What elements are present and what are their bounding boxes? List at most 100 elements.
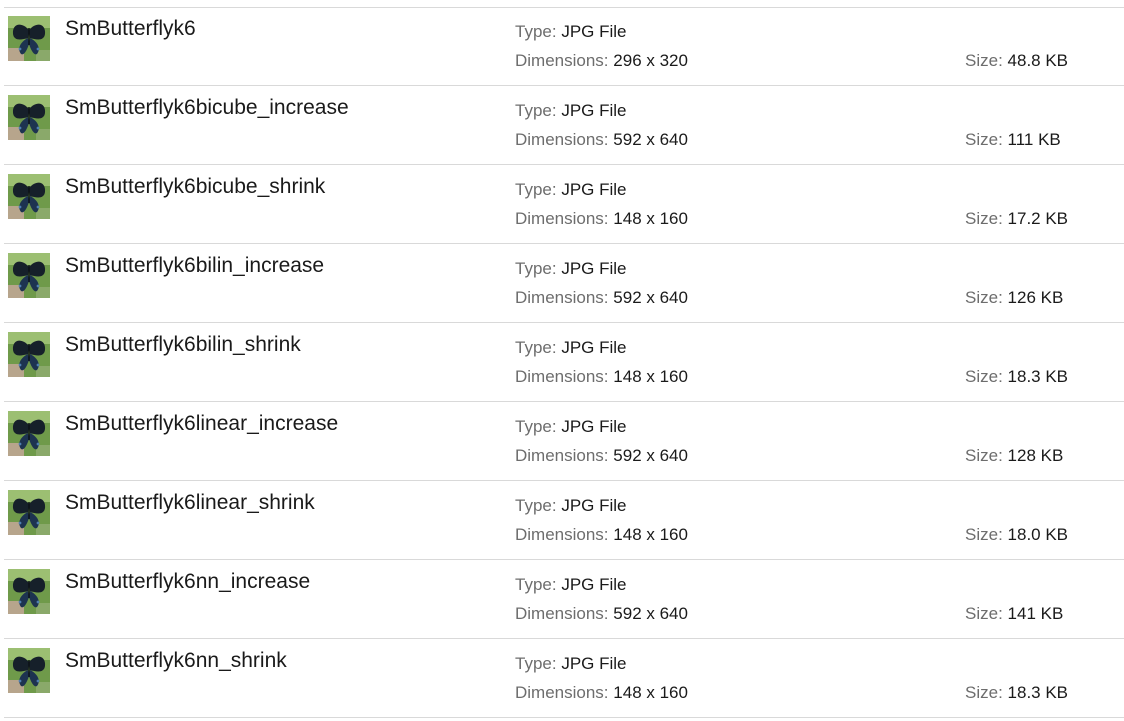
- butterfly-thumbnail-icon: [8, 16, 50, 61]
- file-name: SmButterflyk6nn_increase: [65, 570, 311, 593]
- butterfly-thumbnail-icon: [8, 95, 50, 140]
- file-size: Size: 18.0 KB: [965, 525, 1068, 545]
- size-label: Size:: [965, 51, 1003, 70]
- file-type: Type: JPG File: [515, 654, 627, 674]
- dimensions-value: 592 x 640: [613, 130, 688, 149]
- dimensions-label: Dimensions:: [515, 367, 609, 386]
- size-value: 18.3 KB: [1007, 683, 1069, 702]
- file-size: Size: 18.3 KB: [965, 683, 1068, 703]
- size-value: 111 KB: [1007, 130, 1061, 149]
- type-value: JPG File: [561, 496, 627, 515]
- dimensions-value: 296 x 320: [613, 51, 688, 70]
- size-label: Size:: [965, 604, 1003, 623]
- type-label: Type:: [515, 338, 557, 357]
- dimensions-value: 148 x 160: [613, 525, 688, 544]
- file-dimensions: Dimensions: 148 x 160: [515, 525, 688, 545]
- file-dimensions: Dimensions: 296 x 320: [515, 51, 688, 71]
- file-dimensions: Dimensions: 592 x 640: [515, 130, 688, 150]
- file-type: Type: JPG File: [515, 338, 627, 358]
- file-row[interactable]: SmButterflyk6nn_shrink Type: JPG File Di…: [4, 639, 1124, 718]
- size-value: 48.8 KB: [1007, 51, 1069, 70]
- butterfly-thumbnail-icon: [8, 648, 50, 693]
- size-value: 17.2 KB: [1007, 209, 1069, 228]
- file-name: SmButterflyk6bicube_shrink: [65, 175, 326, 198]
- dimensions-label: Dimensions:: [515, 51, 609, 70]
- file-name: SmButterflyk6bilin_increase: [65, 254, 325, 277]
- file-name: SmButterflyk6bicube_increase: [65, 96, 349, 119]
- file-type: Type: JPG File: [515, 259, 627, 279]
- file-name: SmButterflyk6nn_shrink: [65, 649, 287, 672]
- file-row[interactable]: SmButterflyk6nn_increase Type: JPG File …: [4, 560, 1124, 639]
- file-row[interactable]: SmButterflyk6bilin_increase Type: JPG Fi…: [4, 244, 1124, 323]
- size-label: Size:: [965, 446, 1003, 465]
- dimensions-value: 148 x 160: [613, 209, 688, 228]
- type-label: Type:: [515, 496, 557, 515]
- size-label: Size:: [965, 367, 1003, 386]
- type-value: JPG File: [561, 654, 627, 673]
- file-type: Type: JPG File: [515, 575, 627, 595]
- file-size: Size: 111 KB: [965, 130, 1061, 150]
- file-row[interactable]: SmButterflyk6bilin_shrink Type: JPG File…: [4, 323, 1124, 402]
- butterfly-thumbnail-icon: [8, 490, 50, 535]
- size-value: 18.3 KB: [1007, 367, 1069, 386]
- file-row[interactable]: SmButterflyk6linear_increase Type: JPG F…: [4, 402, 1124, 481]
- type-label: Type:: [515, 101, 557, 120]
- file-size: Size: 48.8 KB: [965, 51, 1068, 71]
- size-value: 141 KB: [1007, 604, 1064, 623]
- size-value: 126 KB: [1007, 288, 1064, 307]
- type-value: JPG File: [561, 22, 627, 41]
- file-type: Type: JPG File: [515, 22, 627, 42]
- dimensions-label: Dimensions:: [515, 209, 609, 228]
- size-label: Size:: [965, 130, 1003, 149]
- file-name: SmButterflyk6linear_increase: [65, 412, 339, 435]
- size-label: Size:: [965, 209, 1003, 228]
- type-value: JPG File: [561, 575, 627, 594]
- dimensions-label: Dimensions:: [515, 683, 609, 702]
- type-label: Type:: [515, 180, 557, 199]
- butterfly-thumbnail-icon: [8, 174, 50, 219]
- file-size: Size: 141 KB: [965, 604, 1063, 624]
- file-row[interactable]: SmButterflyk6linear_shrink Type: JPG Fil…: [4, 481, 1124, 560]
- file-dimensions: Dimensions: 148 x 160: [515, 367, 688, 387]
- size-value: 128 KB: [1007, 446, 1064, 465]
- file-row[interactable]: SmButterflyk6bicube_shrink Type: JPG Fil…: [4, 165, 1124, 244]
- butterfly-thumbnail-icon: [8, 332, 50, 377]
- dimensions-value: 592 x 640: [613, 446, 688, 465]
- file-row[interactable]: SmButterflyk6 Type: JPG File Dimensions:…: [4, 7, 1124, 86]
- dimensions-label: Dimensions:: [515, 130, 609, 149]
- dimensions-label: Dimensions:: [515, 525, 609, 544]
- file-name: SmButterflyk6bilin_shrink: [65, 333, 301, 356]
- file-dimensions: Dimensions: 148 x 160: [515, 683, 688, 703]
- file-dimensions: Dimensions: 148 x 160: [515, 209, 688, 229]
- file-type: Type: JPG File: [515, 496, 627, 516]
- file-type: Type: JPG File: [515, 180, 627, 200]
- file-size: Size: 17.2 KB: [965, 209, 1068, 229]
- type-value: JPG File: [561, 101, 627, 120]
- butterfly-thumbnail-icon: [8, 569, 50, 614]
- file-size: Size: 126 KB: [965, 288, 1063, 308]
- file-dimensions: Dimensions: 592 x 640: [515, 604, 688, 624]
- dimensions-value: 148 x 160: [613, 367, 688, 386]
- type-label: Type:: [515, 654, 557, 673]
- dimensions-label: Dimensions:: [515, 446, 609, 465]
- size-label: Size:: [965, 525, 1003, 544]
- dimensions-value: 592 x 640: [613, 288, 688, 307]
- type-label: Type:: [515, 417, 557, 436]
- file-size: Size: 18.3 KB: [965, 367, 1068, 387]
- type-label: Type:: [515, 575, 557, 594]
- dimensions-value: 148 x 160: [613, 683, 688, 702]
- type-label: Type:: [515, 259, 557, 278]
- file-row[interactable]: SmButterflyk6bicube_increase Type: JPG F…: [4, 86, 1124, 165]
- type-value: JPG File: [561, 180, 627, 199]
- type-value: JPG File: [561, 338, 627, 357]
- butterfly-thumbnail-icon: [8, 411, 50, 456]
- file-type: Type: JPG File: [515, 101, 627, 121]
- file-name: SmButterflyk6: [65, 17, 196, 40]
- file-dimensions: Dimensions: 592 x 640: [515, 446, 688, 466]
- dimensions-value: 592 x 640: [613, 604, 688, 623]
- file-size: Size: 128 KB: [965, 446, 1063, 466]
- dimensions-label: Dimensions:: [515, 604, 609, 623]
- dimensions-label: Dimensions:: [515, 288, 609, 307]
- size-label: Size:: [965, 683, 1003, 702]
- size-label: Size:: [965, 288, 1003, 307]
